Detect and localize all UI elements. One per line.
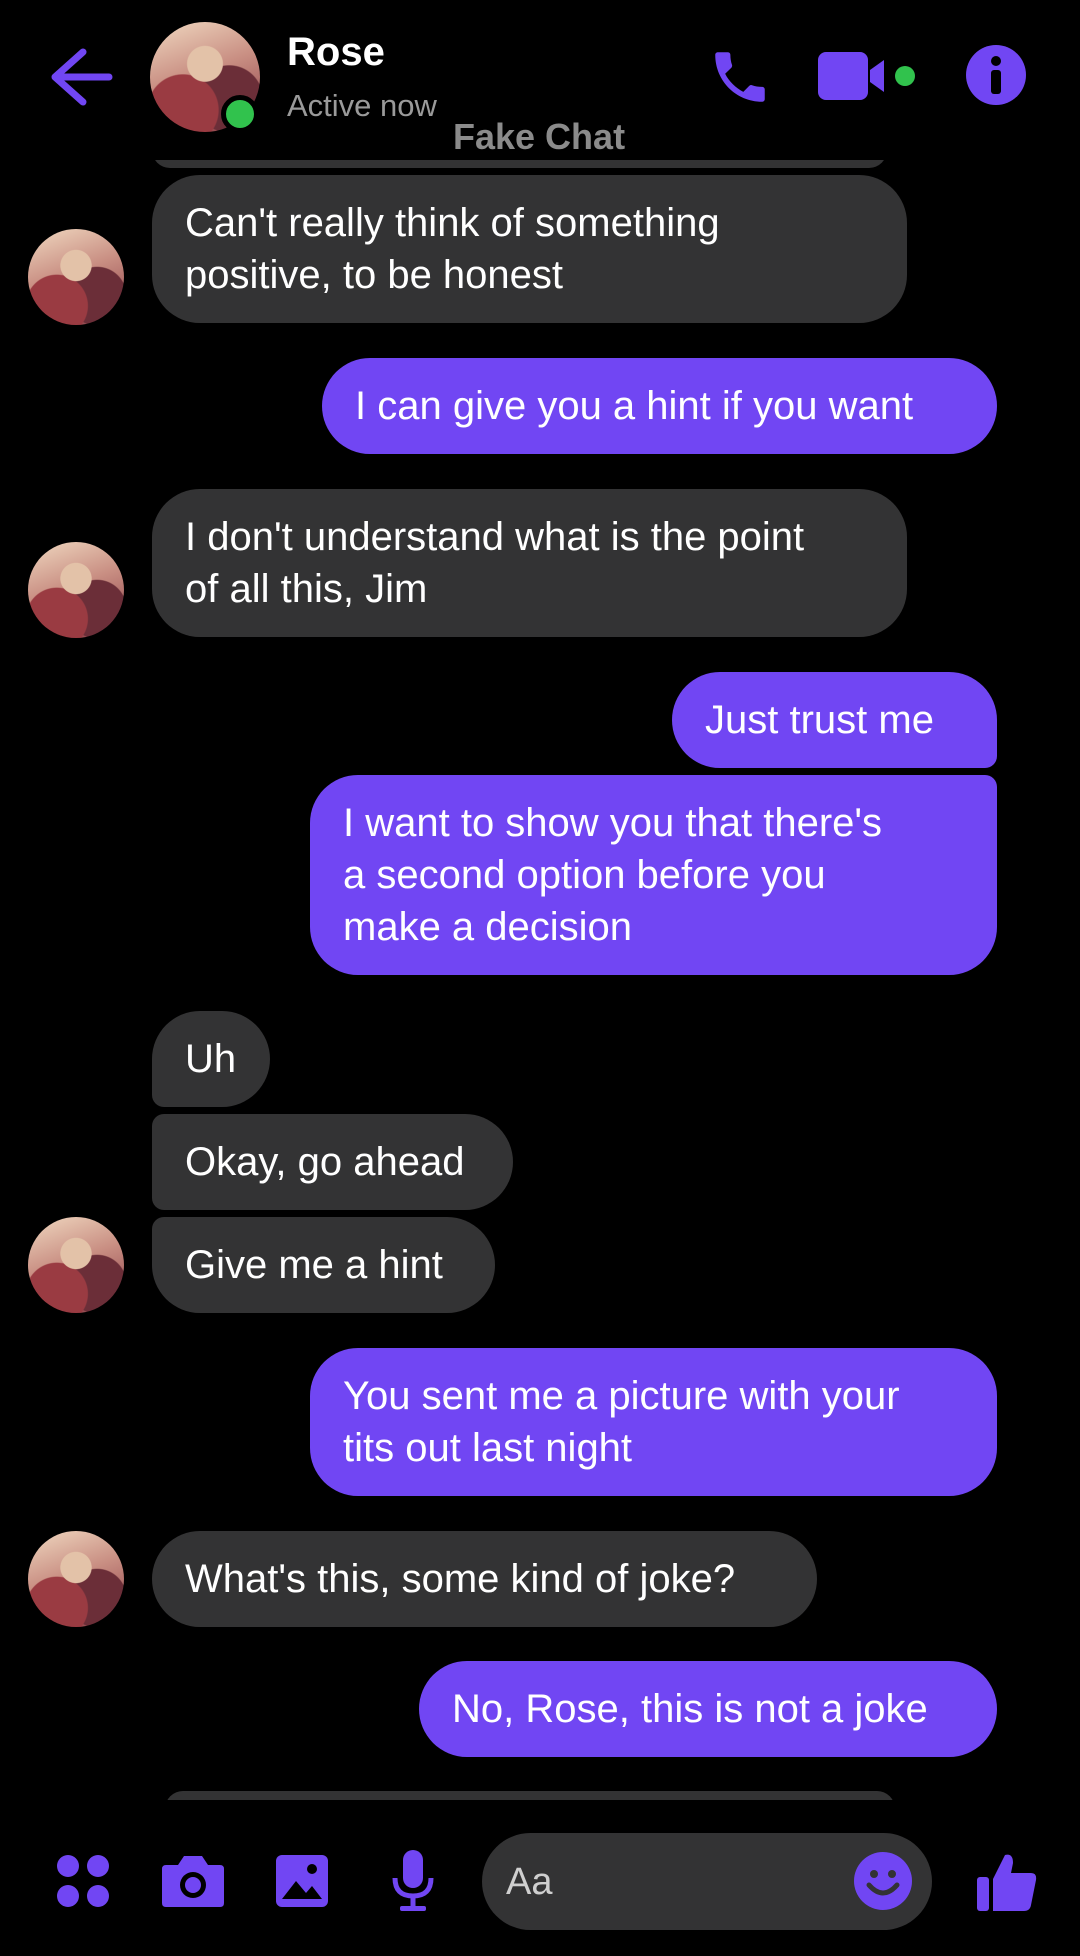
contact-avatar[interactable] [150, 22, 260, 133]
message-bubble-received[interactable]: Okay, go ahead [152, 1114, 513, 1210]
contact-name[interactable]: Rose [287, 30, 385, 75]
microphone-icon[interactable] [390, 1848, 436, 1914]
camera-icon[interactable] [160, 1853, 226, 1909]
contact-avatar-small[interactable] [28, 542, 124, 638]
message-bubble-sent[interactable]: You sent me a picture with your tits out… [310, 1348, 997, 1496]
gallery-icon[interactable] [274, 1853, 330, 1909]
video-call-icon[interactable] [818, 50, 928, 104]
message-bubble-sent[interactable]: I can give you a hint if you want [322, 358, 997, 454]
message-bubble-sent[interactable]: I want to show you that there's a second… [310, 775, 997, 975]
online-indicator [221, 95, 259, 133]
apps-icon[interactable] [56, 1854, 110, 1908]
phone-call-icon[interactable] [705, 44, 775, 110]
message-input-field[interactable] [482, 1833, 932, 1932]
active-status: Active now [287, 88, 437, 123]
thumbs-up-icon[interactable] [975, 1849, 1039, 1913]
message-bubble-received[interactable]: Uh [152, 1011, 270, 1107]
watermark-text: Fake Chat [453, 116, 626, 157]
contact-avatar-small[interactable] [28, 229, 124, 325]
message-bubble-received[interactable]: Give me a hint [152, 1217, 495, 1313]
contact-avatar-small[interactable] [28, 1531, 124, 1627]
message-input[interactable] [504, 1833, 808, 1932]
back-arrow-icon[interactable] [45, 44, 115, 110]
info-icon[interactable] [965, 44, 1027, 106]
message-bubble-sent[interactable]: No, Rose, this is not a joke [419, 1661, 997, 1757]
message-bubble-received[interactable]: I don't understand what is the point of … [152, 489, 907, 637]
emoji-icon[interactable] [853, 1851, 913, 1911]
message-bubble-sent[interactable]: Just trust me [672, 672, 997, 768]
message-bubble-received[interactable]: Can't really think of something positive… [152, 175, 907, 323]
contact-avatar-small[interactable] [28, 1217, 124, 1313]
message-bubble-received[interactable]: What's this, some kind of joke? [152, 1531, 817, 1627]
